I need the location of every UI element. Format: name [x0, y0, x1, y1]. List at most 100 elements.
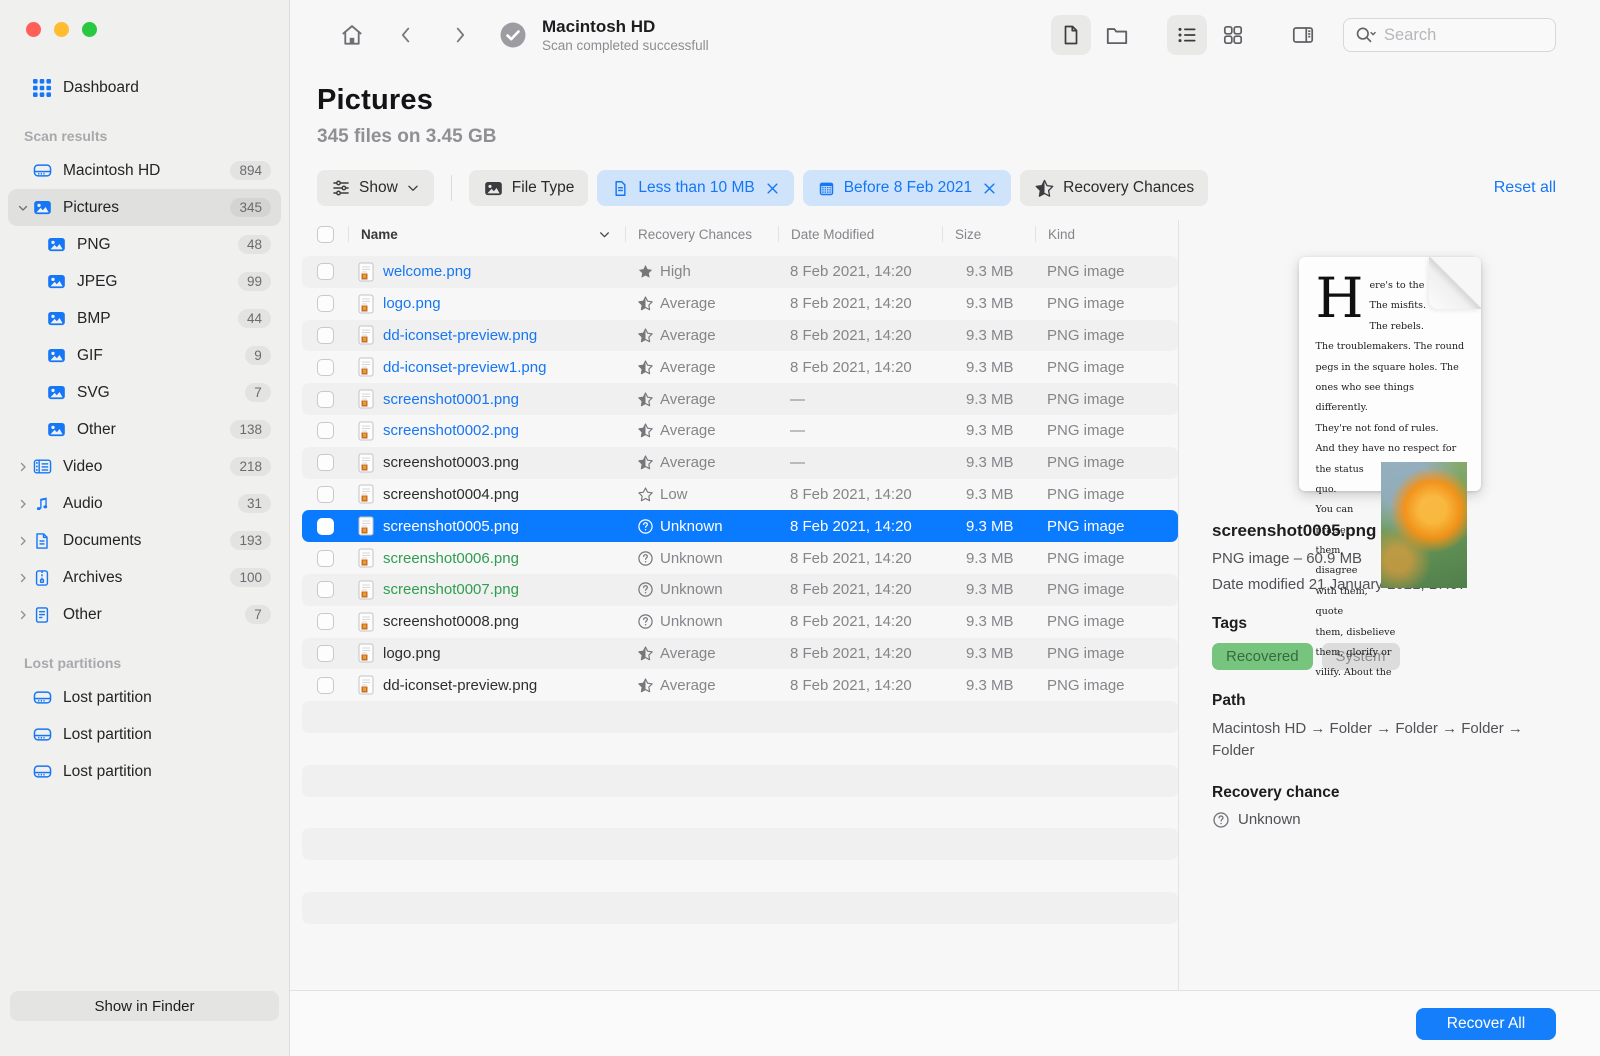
- row-checkbox[interactable]: [317, 645, 334, 662]
- table-row[interactable]: logo.pngAverage8 Feb 2021, 14:209.3 MBPN…: [302, 288, 1178, 320]
- table-row[interactable]: dd-iconset-preview.pngAverage8 Feb 2021,…: [302, 669, 1178, 701]
- reset-all-button[interactable]: Reset all: [1494, 179, 1556, 197]
- list-view-button[interactable]: [1167, 15, 1207, 55]
- disclosure-chevron-icon[interactable]: [14, 572, 31, 584]
- search-field[interactable]: [1343, 18, 1556, 52]
- row-checkbox[interactable]: [317, 677, 334, 694]
- empty-row: [302, 924, 1178, 956]
- recovery-chances-filter-button[interactable]: Recovery Chances: [1020, 170, 1208, 206]
- sidebar-item-lost-partition[interactable]: Lost partition: [8, 679, 281, 716]
- table-row[interactable]: screenshot0006.pngUnknown8 Feb 2021, 14:…: [302, 542, 1178, 574]
- grid-view-button[interactable]: [1213, 15, 1253, 55]
- recovery-chance-text: Low: [660, 486, 688, 503]
- sidebar-item-bmp[interactable]: BMP44: [22, 300, 281, 337]
- sidebar-item-label: Documents: [63, 532, 141, 550]
- table-row[interactable]: screenshot0002.pngAverage—9.3 MBPNG imag…: [302, 415, 1178, 447]
- column-header-date-modified[interactable]: Date Modified: [778, 226, 942, 242]
- disclosure-chevron-icon[interactable]: [14, 498, 31, 510]
- row-checkbox[interactable]: [317, 581, 334, 598]
- sidebar-item-documents[interactable]: Documents 193: [8, 522, 281, 559]
- select-all-checkbox[interactable]: [302, 226, 348, 242]
- disclosure-chevron-icon[interactable]: [14, 535, 31, 547]
- disclosure-chevron-icon[interactable]: [14, 202, 31, 214]
- sidebar-item-lost-partition[interactable]: Lost partition: [8, 753, 281, 790]
- file-thumbnail-icon: [358, 516, 374, 536]
- search-input[interactable]: [1384, 26, 1524, 45]
- table-row[interactable]: screenshot0007.pngUnknown8 Feb 2021, 14:…: [302, 574, 1178, 606]
- toggle-info-panel-button[interactable]: [1283, 15, 1323, 55]
- empty-row: [302, 797, 1178, 829]
- file-name: screenshot0005.png: [383, 518, 519, 535]
- sidebar-item-png[interactable]: PNG48: [22, 226, 281, 263]
- row-checkbox[interactable]: [317, 359, 334, 376]
- remove-date-filter-icon[interactable]: [982, 181, 997, 196]
- table-row[interactable]: screenshot0001.pngAverage—9.3 MBPNG imag…: [302, 383, 1178, 415]
- sidebar-item-audio[interactable]: Audio31: [8, 485, 281, 522]
- table-row[interactable]: screenshot0005.pngUnknown8 Feb 2021, 14:…: [302, 510, 1178, 542]
- row-checkbox[interactable]: [317, 327, 334, 344]
- kind-cell: PNG image: [1035, 677, 1178, 694]
- row-checkbox[interactable]: [317, 518, 334, 535]
- row-checkbox[interactable]: [317, 454, 334, 471]
- page-title: Pictures: [317, 84, 1600, 117]
- back-button[interactable]: [386, 15, 426, 55]
- drive-icon: [31, 761, 53, 783]
- size-filter-chip[interactable]: Less than 10 MB: [597, 170, 793, 206]
- row-checkbox[interactable]: [317, 422, 334, 439]
- recover-all-button[interactable]: Recover All: [1416, 1008, 1556, 1040]
- row-checkbox[interactable]: [317, 486, 334, 503]
- show-filter-button[interactable]: Show: [317, 170, 434, 206]
- table-row[interactable]: screenshot0004.pngLow8 Feb 2021, 14:209.…: [302, 479, 1178, 511]
- sidebar-item-svg[interactable]: SVG7: [22, 374, 281, 411]
- column-header-name[interactable]: Name: [348, 226, 625, 242]
- sidebar-item-jpeg[interactable]: JPEG99: [22, 263, 281, 300]
- row-checkbox[interactable]: [317, 613, 334, 630]
- recovery-chance-text: Average: [660, 391, 716, 408]
- minimize-window-button[interactable]: [54, 22, 69, 37]
- file-name: dd-iconset-preview.png: [383, 327, 537, 344]
- date-modified-cell: —: [778, 422, 942, 439]
- row-checkbox[interactable]: [317, 295, 334, 312]
- file-type-filter-button[interactable]: File Type: [469, 170, 589, 206]
- sidebar-item-lost-partition[interactable]: Lost partition: [8, 716, 281, 753]
- window-controls: [0, 22, 289, 37]
- row-checkbox[interactable]: [317, 263, 334, 280]
- sidebar-item-pictures[interactable]: Pictures345: [8, 189, 281, 226]
- column-header-kind[interactable]: Kind: [1035, 226, 1178, 242]
- column-header-recovery-chances[interactable]: Recovery Chances: [625, 226, 778, 242]
- row-checkbox[interactable]: [317, 550, 334, 567]
- table-row[interactable]: logo.pngAverage8 Feb 2021, 14:209.3 MBPN…: [302, 638, 1178, 670]
- sidebar-item-other[interactable]: Other138: [22, 411, 281, 448]
- docother-icon: [31, 604, 53, 626]
- home-button[interactable]: [332, 15, 372, 55]
- table-row[interactable]: screenshot0003.pngAverage—9.3 MBPNG imag…: [302, 447, 1178, 479]
- sidebar-item-gif[interactable]: GIF9: [22, 337, 281, 374]
- close-window-button[interactable]: [26, 22, 41, 37]
- star-half-icon: [637, 295, 654, 312]
- show-in-finder-button[interactable]: Show in Finder: [10, 991, 279, 1021]
- disclosure-chevron-icon[interactable]: [14, 609, 31, 621]
- sidebar-item-other[interactable]: Other7: [8, 596, 281, 633]
- row-checkbox[interactable]: [317, 391, 334, 408]
- column-header-size[interactable]: Size: [942, 226, 1035, 242]
- sidebar-item-archives[interactable]: Archives100: [8, 559, 281, 596]
- date-filter-chip[interactable]: Before 8 Feb 2021: [803, 170, 1011, 206]
- kind-cell: PNG image: [1035, 518, 1178, 535]
- sidebar-item-dashboard[interactable]: Dashboard: [8, 69, 281, 106]
- table-row[interactable]: screenshot0008.pngUnknown8 Feb 2021, 14:…: [302, 606, 1178, 638]
- star-half-icon: [637, 391, 654, 408]
- view-folders-button[interactable]: [1097, 15, 1137, 55]
- table-row[interactable]: welcome.pngHigh8 Feb 2021, 14:209.3 MBPN…: [302, 256, 1178, 288]
- forward-button[interactable]: [440, 15, 480, 55]
- zoom-window-button[interactable]: [82, 22, 97, 37]
- sidebar-item-video[interactable]: Video218: [8, 448, 281, 485]
- date-modified-cell: 8 Feb 2021, 14:20: [778, 613, 942, 630]
- item-count-badge: 193: [230, 531, 271, 550]
- disclosure-chevron-icon[interactable]: [14, 461, 31, 473]
- remove-size-filter-icon[interactable]: [765, 181, 780, 196]
- view-files-button[interactable]: [1051, 15, 1091, 55]
- bottom-bar: Recover All: [290, 990, 1600, 1056]
- sidebar-item-macintosh-hd[interactable]: Macintosh HD894: [8, 152, 281, 189]
- table-row[interactable]: dd-iconset-preview.pngAverage8 Feb 2021,…: [302, 320, 1178, 352]
- table-row[interactable]: dd-iconset-preview1.pngAverage8 Feb 2021…: [302, 351, 1178, 383]
